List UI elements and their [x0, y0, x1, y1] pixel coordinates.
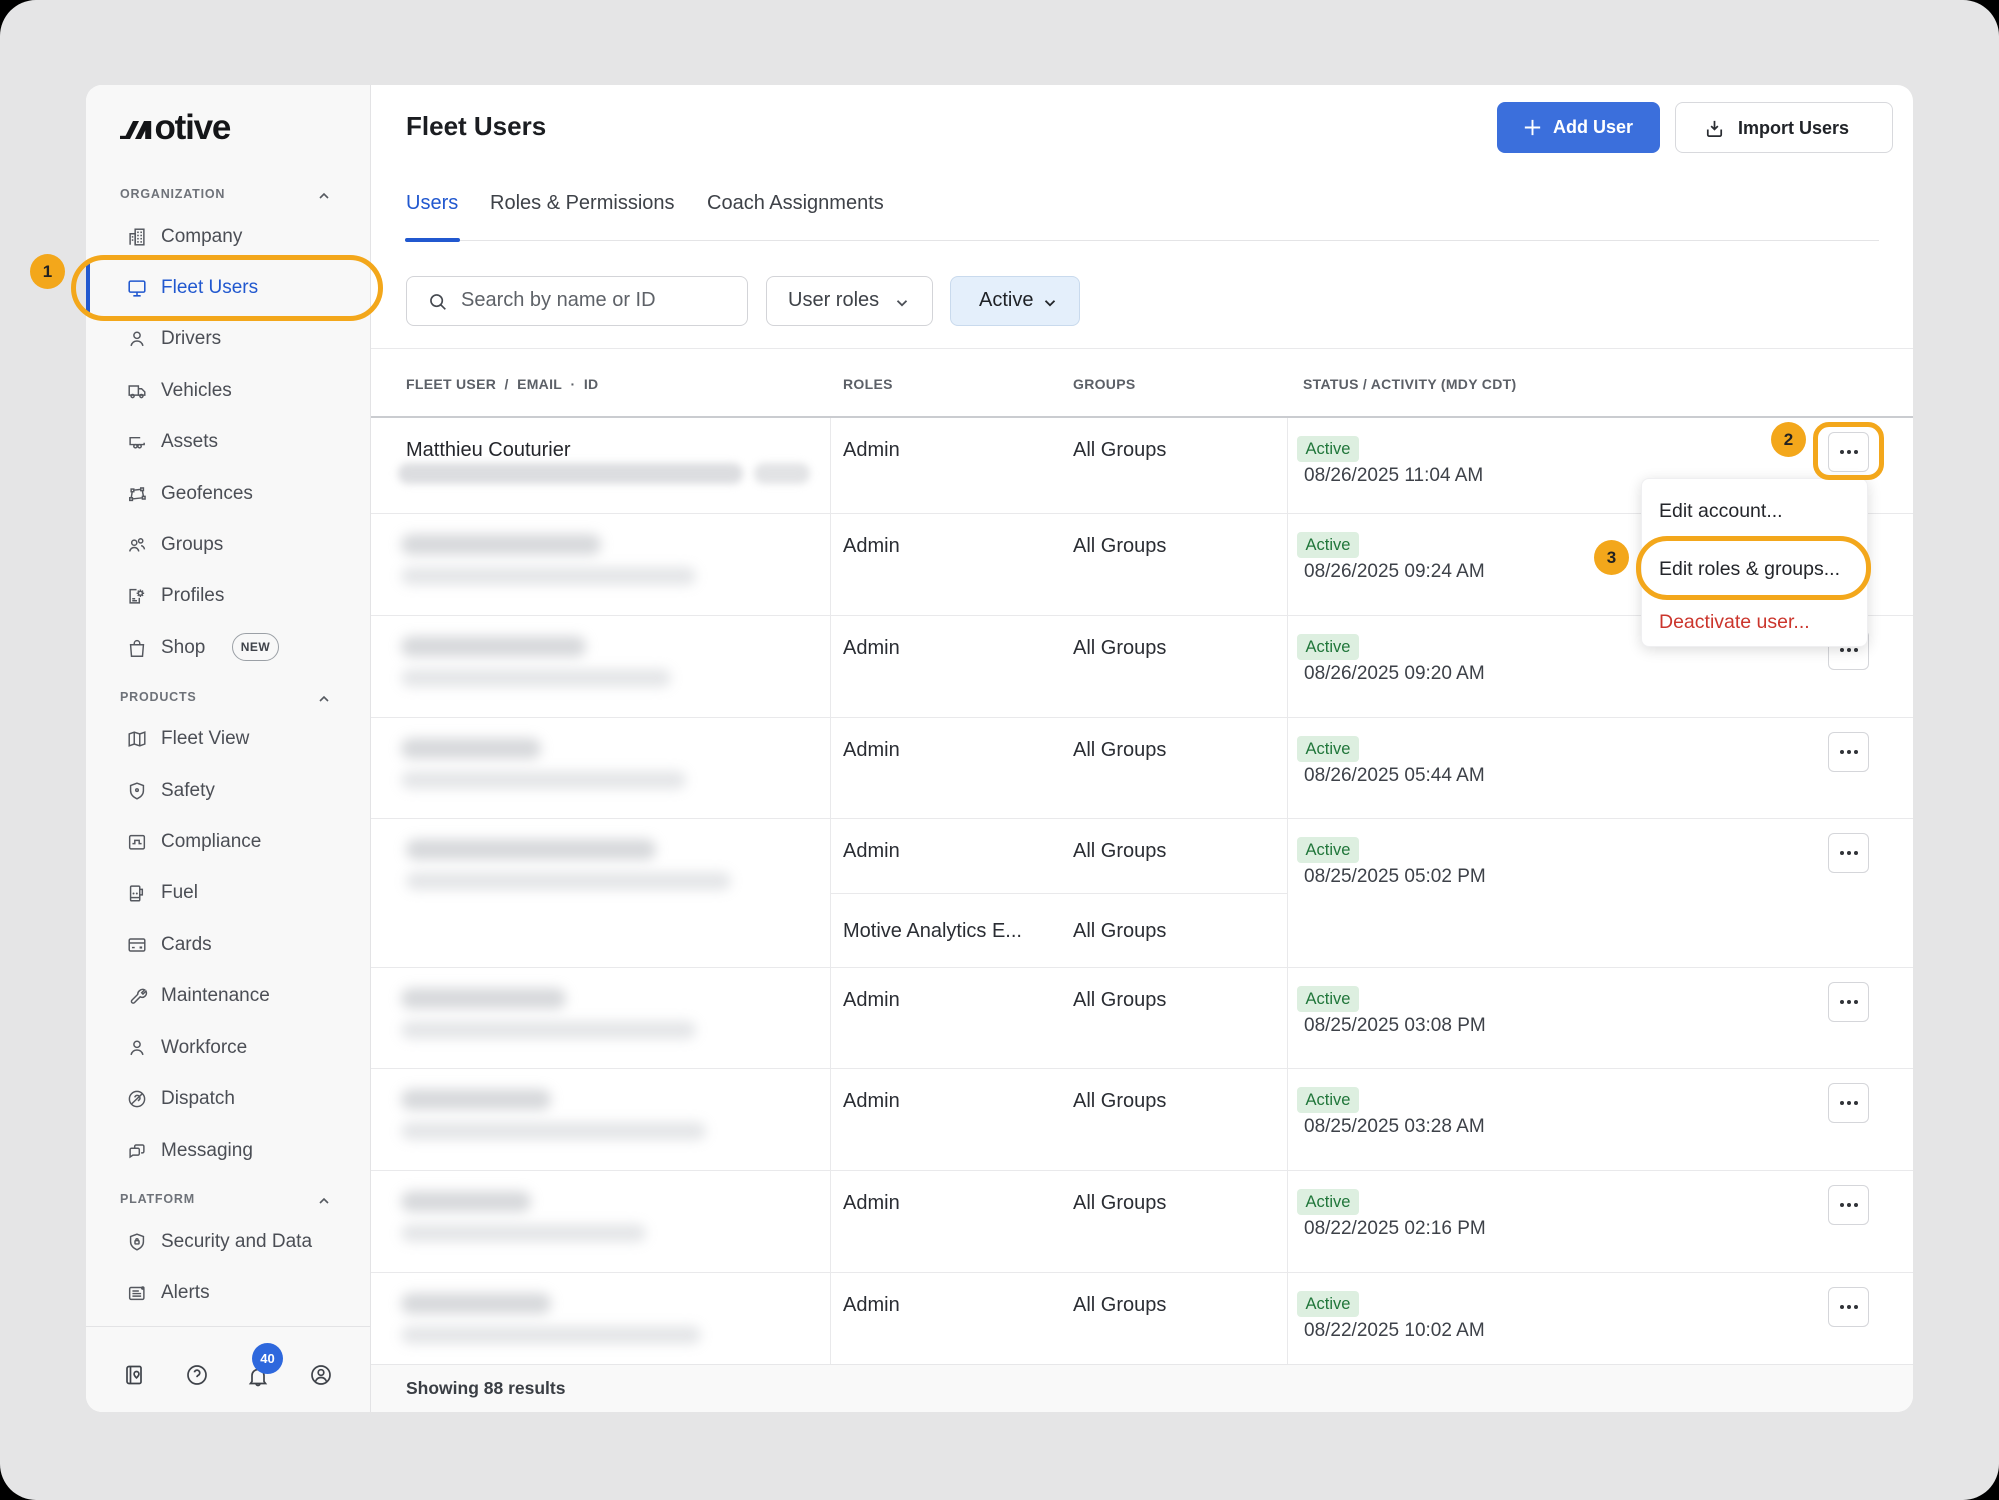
- svg-text:otive: otive: [155, 109, 231, 143]
